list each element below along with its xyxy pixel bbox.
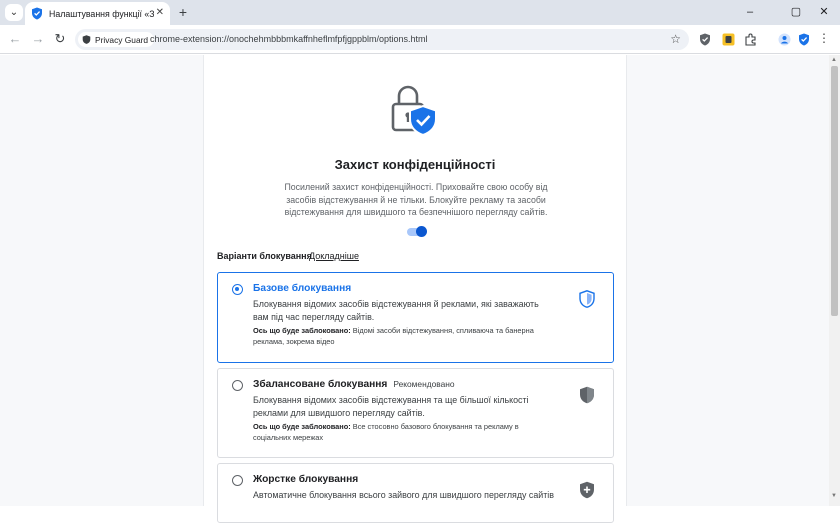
star-icon[interactable]: ☆	[670, 32, 681, 46]
option-description: Блокування відомих засобів відстежування…	[253, 299, 539, 322]
option-title: Збалансоване блокування Рекомендовано	[253, 379, 455, 390]
minimize-button[interactable]: –	[740, 4, 760, 20]
option-title-text: Збалансоване блокування	[253, 379, 388, 390]
scroll-down-icon[interactable]: ▼	[831, 493, 837, 499]
profile-icon[interactable]	[777, 32, 791, 46]
tab-strip: ⌄ Налаштування функції «Захист конфіденц…	[0, 0, 840, 25]
balanced-radio[interactable]	[232, 380, 243, 391]
note-prefix: Ось що буде заблоковано:	[253, 326, 351, 335]
outline-shield-icon	[579, 290, 595, 308]
option-note: Ось що буде заблоковано: Відомі засоби в…	[253, 326, 553, 347]
site-chip-label: Privacy Guard	[95, 34, 149, 45]
note-prefix: Ось що буде заблоковано:	[253, 422, 351, 431]
option-title: Базове блокування	[253, 283, 352, 294]
maximize-button[interactable]: ▢	[786, 4, 806, 20]
scroll-up-icon[interactable]: ▲	[831, 57, 837, 63]
reload-icon[interactable]: ↻	[52, 31, 68, 47]
recommended-badge: Рекомендовано	[393, 379, 455, 389]
shield-extension-icon[interactable]	[698, 32, 712, 46]
yellow-extension-icon[interactable]	[721, 32, 735, 46]
privacy-guard-icon[interactable]	[797, 32, 811, 46]
page-title: Захист конфіденційності	[334, 157, 496, 172]
options-panel: Захист конфіденційності Посилений захист…	[203, 55, 627, 523]
toggle-knob	[416, 226, 427, 237]
strict-radio[interactable]	[232, 475, 243, 486]
puzzle-icon[interactable]	[743, 32, 757, 46]
privacy-guard-chip-icon	[82, 35, 91, 44]
option-description: Блокування відомих засобів відстежування…	[253, 395, 529, 418]
plus-shield-icon	[580, 481, 594, 499]
basic-radio[interactable]	[232, 284, 243, 295]
page-scrollbar[interactable]: ▲ ▼	[829, 55, 840, 506]
menu-icon[interactable]: ⋮	[818, 30, 830, 46]
option-card-basic[interactable]: Базове блокування Блокування відомих зас…	[217, 272, 614, 363]
browser-toolbar: ← → ↻ Privacy Guard chrome-extension://o…	[0, 25, 840, 54]
url-text: chrome-extension://onochehmbbbmkaffnhefl…	[150, 34, 428, 44]
blocking-options-label: Варіанти блокування	[217, 251, 312, 261]
option-card-strict[interactable]: Жорстке блокування Автоматичне блокуванн…	[217, 463, 614, 523]
half-shield-icon	[580, 386, 594, 404]
protection-toggle[interactable]	[407, 226, 427, 237]
option-title: Жорстке блокування	[253, 474, 359, 485]
close-window-button[interactable]: ✕	[814, 4, 834, 20]
forward-icon[interactable]: →	[30, 31, 46, 47]
new-tab-button[interactable]: +	[176, 4, 190, 20]
chevron-down-icon: ⌄	[9, 7, 19, 18]
page-description: Посилений захист конфіденційності. Прихо…	[284, 182, 548, 217]
tab-search-button[interactable]: ⌄	[5, 4, 23, 21]
back-icon[interactable]: ←	[7, 31, 23, 47]
option-description: Автоматичне блокування всього зайвого дл…	[253, 490, 554, 500]
tab-title: Налаштування функції «Захист конфіденцій…	[49, 8, 154, 19]
close-tab-icon[interactable]: ✕	[156, 7, 164, 19]
browser-tab[interactable]: Налаштування функції «Захист конфіденцій…	[25, 2, 170, 25]
option-card-balanced[interactable]: Збалансоване блокування Рекомендовано Бло…	[217, 368, 614, 458]
scroll-thumb[interactable]	[831, 66, 838, 316]
shield-favicon-icon	[32, 7, 42, 20]
site-chip[interactable]: Privacy Guard	[78, 32, 155, 47]
address-bar[interactable]: Privacy Guard chrome-extension://onocheh…	[75, 29, 689, 50]
learn-more-link[interactable]: Докладніше	[309, 251, 359, 261]
lock-shield-icon	[391, 85, 437, 137]
option-note: Ось що буде заблоковано: Все стосовно ба…	[253, 422, 553, 443]
